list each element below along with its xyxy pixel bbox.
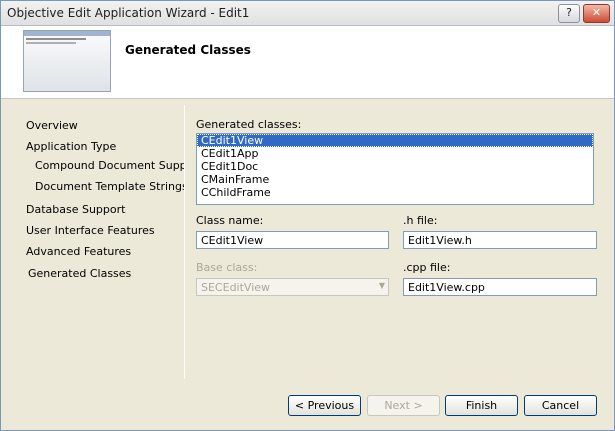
base-class-combo: SECEditView ▼ [196,278,389,296]
page-title: Generated Classes [125,43,251,57]
close-button[interactable]: ✕ [583,4,610,23]
generated-classes-label: Generated classes: [196,118,302,131]
wizard-header: Generated Classes [1,26,614,99]
h-file-field[interactable]: Edit1View.h [403,231,597,249]
title-bar[interactable]: Objective Edit Application Wizard - Edit… [1,1,614,26]
help-button[interactable]: ? [558,4,580,23]
list-item[interactable]: CEdit1Doc [197,160,593,173]
nav-item-database-support[interactable]: Database Support [26,203,125,216]
list-item[interactable]: CEdit1View [197,134,593,147]
base-class-label: Base class: [196,261,258,274]
app-preview-icon [23,30,111,92]
class-name-field[interactable]: CEdit1View [196,231,389,249]
nav-item-generated-classes[interactable]: Generated Classes [28,267,131,280]
nav-item-application-type[interactable]: Application Type [26,140,116,153]
wizard-nav: Overview Application Type Compound Docum… [1,99,202,430]
cpp-file-field[interactable]: Edit1View.cpp [403,278,597,296]
previous-button[interactable]: < Previous [288,395,361,416]
nav-item-document-template-strings[interactable]: Document Template Strings [35,180,188,193]
generated-classes-list[interactable]: CEdit1View CEdit1App CEdit1Doc CMainFram… [196,133,594,205]
nav-item-user-interface-features[interactable]: User Interface Features [26,224,155,237]
cpp-file-label: .cpp file: [403,261,451,274]
chevron-down-icon: ▼ [378,281,385,290]
base-class-value: SECEditView [201,281,271,294]
window-title: Objective Edit Application Wizard - Edit… [7,6,250,20]
list-item[interactable]: CMainFrame [197,173,593,186]
list-item[interactable]: CEdit1App [197,147,593,160]
finish-button[interactable]: Finish [445,395,518,416]
nav-item-advanced-features[interactable]: Advanced Features [26,245,131,258]
class-name-label: Class name: [196,214,264,227]
cancel-button[interactable]: Cancel [524,395,597,416]
h-file-label: .h file: [403,214,438,227]
nav-item-compound-document-support[interactable]: Compound Document Support [35,159,202,172]
next-button[interactable]: Next > [367,395,440,416]
wizard-window: Objective Edit Application Wizard - Edit… [0,0,615,431]
nav-item-overview[interactable]: Overview [26,119,78,132]
list-item[interactable]: CChildFrame [197,186,593,199]
